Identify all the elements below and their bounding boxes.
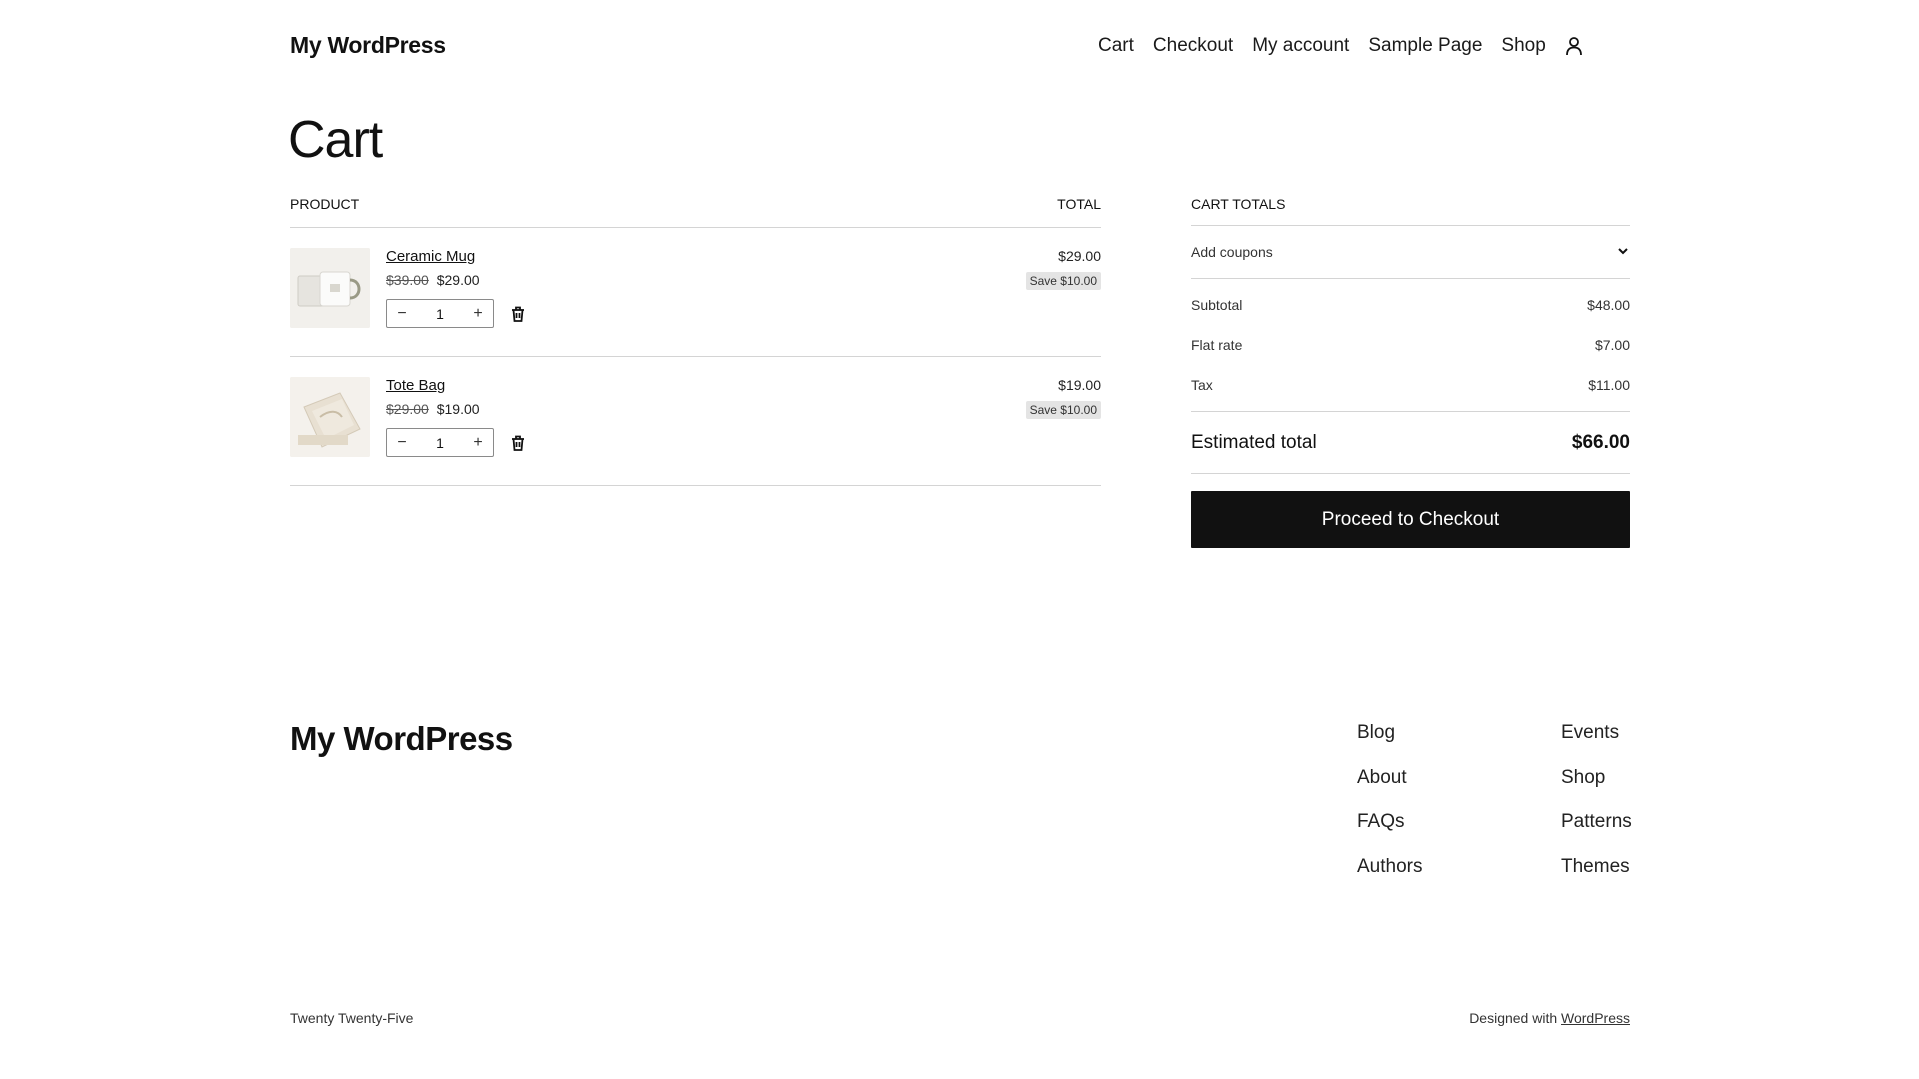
quantity-stepper: − 1 + — [386, 428, 494, 457]
trash-icon[interactable] — [508, 433, 528, 453]
footer-link-events[interactable]: Events — [1561, 722, 1632, 767]
tax-label: Tax — [1191, 377, 1213, 393]
quantity-decrease-button[interactable]: − — [387, 434, 417, 452]
nav-shop[interactable]: Shop — [1501, 35, 1545, 57]
nav-checkout[interactable]: Checkout — [1153, 35, 1233, 57]
footer-nav-column-2: Events Shop Patterns Themes — [1561, 722, 1632, 900]
wordpress-link[interactable]: WordPress — [1561, 1010, 1630, 1026]
product-link-tote-bag[interactable]: Tote Bag — [386, 377, 445, 394]
nav-cart[interactable]: Cart — [1098, 35, 1134, 57]
footer-site-title[interactable]: My WordPress — [290, 720, 513, 758]
shipping-value: $7.00 — [1594, 337, 1630, 353]
nav-sample-page[interactable]: Sample Page — [1368, 35, 1482, 57]
footer-nav-column-1: Blog About FAQs Authors — [1357, 722, 1422, 900]
shipping-label: Flat rate — [1191, 337, 1243, 353]
quantity-decrease-button[interactable]: − — [387, 305, 417, 323]
cart-totals-title: CART TOTALS — [1191, 196, 1630, 226]
page-title: Cart — [288, 111, 383, 169]
line-total: $29.00 — [1058, 248, 1101, 264]
trash-icon[interactable] — [508, 304, 528, 324]
quantity-input[interactable]: 1 — [417, 306, 463, 322]
footer-link-blog[interactable]: Blog — [1357, 722, 1422, 767]
product-image-tote-bag[interactable] — [290, 377, 370, 457]
add-coupons-label: Add coupons — [1191, 244, 1273, 260]
main-nav: Cart Checkout My account Sample Page Sho… — [1098, 35, 1585, 57]
footer-credit: Designed with WordPress — [1469, 1010, 1630, 1026]
subtotal-label: Subtotal — [1191, 297, 1243, 313]
savings-badge: Save $10.00 — [1025, 272, 1101, 290]
tax-value: $11.00 — [1588, 377, 1630, 393]
product-image-ceramic-mug[interactable] — [290, 248, 370, 328]
footer-link-themes[interactable]: Themes — [1561, 856, 1632, 901]
chevron-down-icon — [1616, 244, 1630, 261]
product-link-ceramic-mug[interactable]: Ceramic Mug — [386, 248, 475, 265]
user-icon[interactable] — [1563, 35, 1585, 57]
sale-price: $29.00 — [436, 272, 480, 288]
original-price: $39.00 — [386, 272, 429, 288]
designed-with-text: Designed with — [1469, 1010, 1558, 1026]
quantity-input[interactable]: 1 — [417, 435, 463, 451]
quantity-increase-button[interactable]: + — [463, 434, 493, 452]
nav-my-account[interactable]: My account — [1252, 35, 1349, 57]
totals-lines: Subtotal $48.00 Flat rate $7.00 Tax $11.… — [1191, 279, 1630, 412]
cart-totals: CART TOTALS Add coupons Subtotal $48.00 … — [1191, 196, 1630, 548]
shipping-row: Flat rate $7.00 — [1191, 325, 1630, 365]
footer-link-shop[interactable]: Shop — [1561, 767, 1632, 812]
sale-price: $19.00 — [436, 401, 480, 417]
cart-item-row: Ceramic Mug $39.00 $29.00 − 1 + $29.00 S… — [290, 228, 1101, 357]
tax-row: Tax $11.00 — [1191, 365, 1630, 405]
footer-theme-name: Twenty Twenty-Five — [290, 1010, 414, 1026]
estimated-total-row: Estimated total $66.00 — [1191, 412, 1630, 474]
quantity-stepper: − 1 + — [386, 299, 494, 328]
column-total: TOTAL — [1057, 196, 1101, 212]
subtotal-value: $48.00 — [1587, 297, 1630, 313]
footer-link-faqs[interactable]: FAQs — [1357, 811, 1422, 856]
cart-item-row: Tote Bag $29.00 $19.00 − 1 + $19.00 Save… — [290, 357, 1101, 486]
quantity-increase-button[interactable]: + — [463, 305, 493, 323]
cart-table-header: PRODUCT TOTAL — [290, 196, 1101, 228]
estimated-total-value: $66.00 — [1571, 431, 1630, 453]
footer-link-authors[interactable]: Authors — [1357, 856, 1422, 901]
footer-link-patterns[interactable]: Patterns — [1561, 811, 1632, 856]
savings-badge: Save $10.00 — [1025, 401, 1101, 419]
estimated-total-label: Estimated total — [1191, 431, 1317, 453]
column-product: PRODUCT — [290, 196, 360, 212]
subtotal-row: Subtotal $48.00 — [1191, 285, 1630, 325]
proceed-to-checkout-button[interactable]: Proceed to Checkout — [1191, 491, 1630, 548]
product-prices: $39.00 $29.00 — [386, 272, 480, 288]
original-price: $29.00 — [386, 401, 429, 417]
footer-link-about[interactable]: About — [1357, 767, 1422, 812]
line-total: $19.00 — [1058, 377, 1101, 393]
product-prices: $29.00 $19.00 — [386, 401, 480, 417]
add-coupons-toggle[interactable]: Add coupons — [1191, 226, 1630, 279]
site-title[interactable]: My WordPress — [290, 32, 446, 59]
